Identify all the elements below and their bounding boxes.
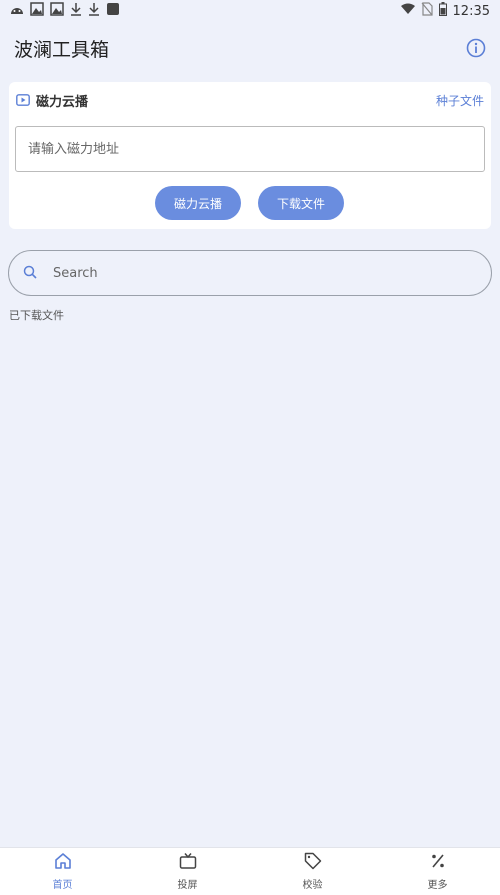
app-header: 波澜工具箱: [0, 30, 500, 66]
no-sim-icon: [421, 2, 433, 20]
magnet-card-title-wrap: 磁力云播: [16, 91, 88, 110]
battery-icon: [438, 2, 447, 20]
nav-label-more: 更多: [427, 880, 448, 891]
torrent-file-link[interactable]: 种子文件: [436, 92, 484, 109]
nav-item-verify[interactable]: 校验: [250, 852, 375, 891]
search-box[interactable]: [8, 250, 492, 296]
search-input[interactable]: [51, 264, 477, 282]
nav-item-cast[interactable]: 投屏: [125, 852, 250, 891]
nav-item-home[interactable]: 首页: [0, 852, 125, 891]
magnet-card-title: 磁力云播: [36, 94, 89, 110]
play-icon: [16, 91, 30, 110]
download-icon: [70, 2, 82, 20]
tag-icon: [304, 852, 322, 874]
android-icon: [10, 3, 24, 19]
download-file-button[interactable]: 下载文件: [258, 186, 344, 220]
status-right: 12:35: [400, 2, 490, 20]
app-title: 波澜工具箱: [14, 38, 110, 61]
nav-item-more[interactable]: 更多: [375, 852, 500, 891]
magnet-input[interactable]: [15, 126, 485, 172]
cloud-play-button[interactable]: 磁力云播: [155, 186, 241, 220]
nav-label-home: 首页: [52, 880, 73, 891]
square-icon: [106, 2, 120, 20]
status-left: [10, 2, 120, 20]
status-time: 12:35: [452, 3, 490, 19]
wifi-icon: [400, 3, 415, 19]
magnet-card: 磁力云播 种子文件 磁力云播 下载文件: [9, 82, 491, 229]
search-icon: [23, 264, 37, 283]
image-icon: [50, 2, 64, 20]
download-icon: [88, 2, 100, 20]
info-icon[interactable]: [466, 38, 486, 58]
nav-label-cast: 投屏: [177, 880, 198, 891]
image-icon: [30, 2, 44, 20]
magnet-card-header: 磁力云播 种子文件: [9, 90, 491, 110]
nav-label-verify: 校验: [302, 880, 323, 891]
home-icon: [54, 852, 72, 874]
bottom-nav: 首页 投屏 校验 更多: [0, 847, 500, 895]
downloaded-files-label: 已下载文件: [9, 309, 64, 322]
percent-icon: [429, 852, 447, 874]
tv-icon: [179, 852, 197, 874]
status-bar: 12:35: [0, 0, 500, 22]
